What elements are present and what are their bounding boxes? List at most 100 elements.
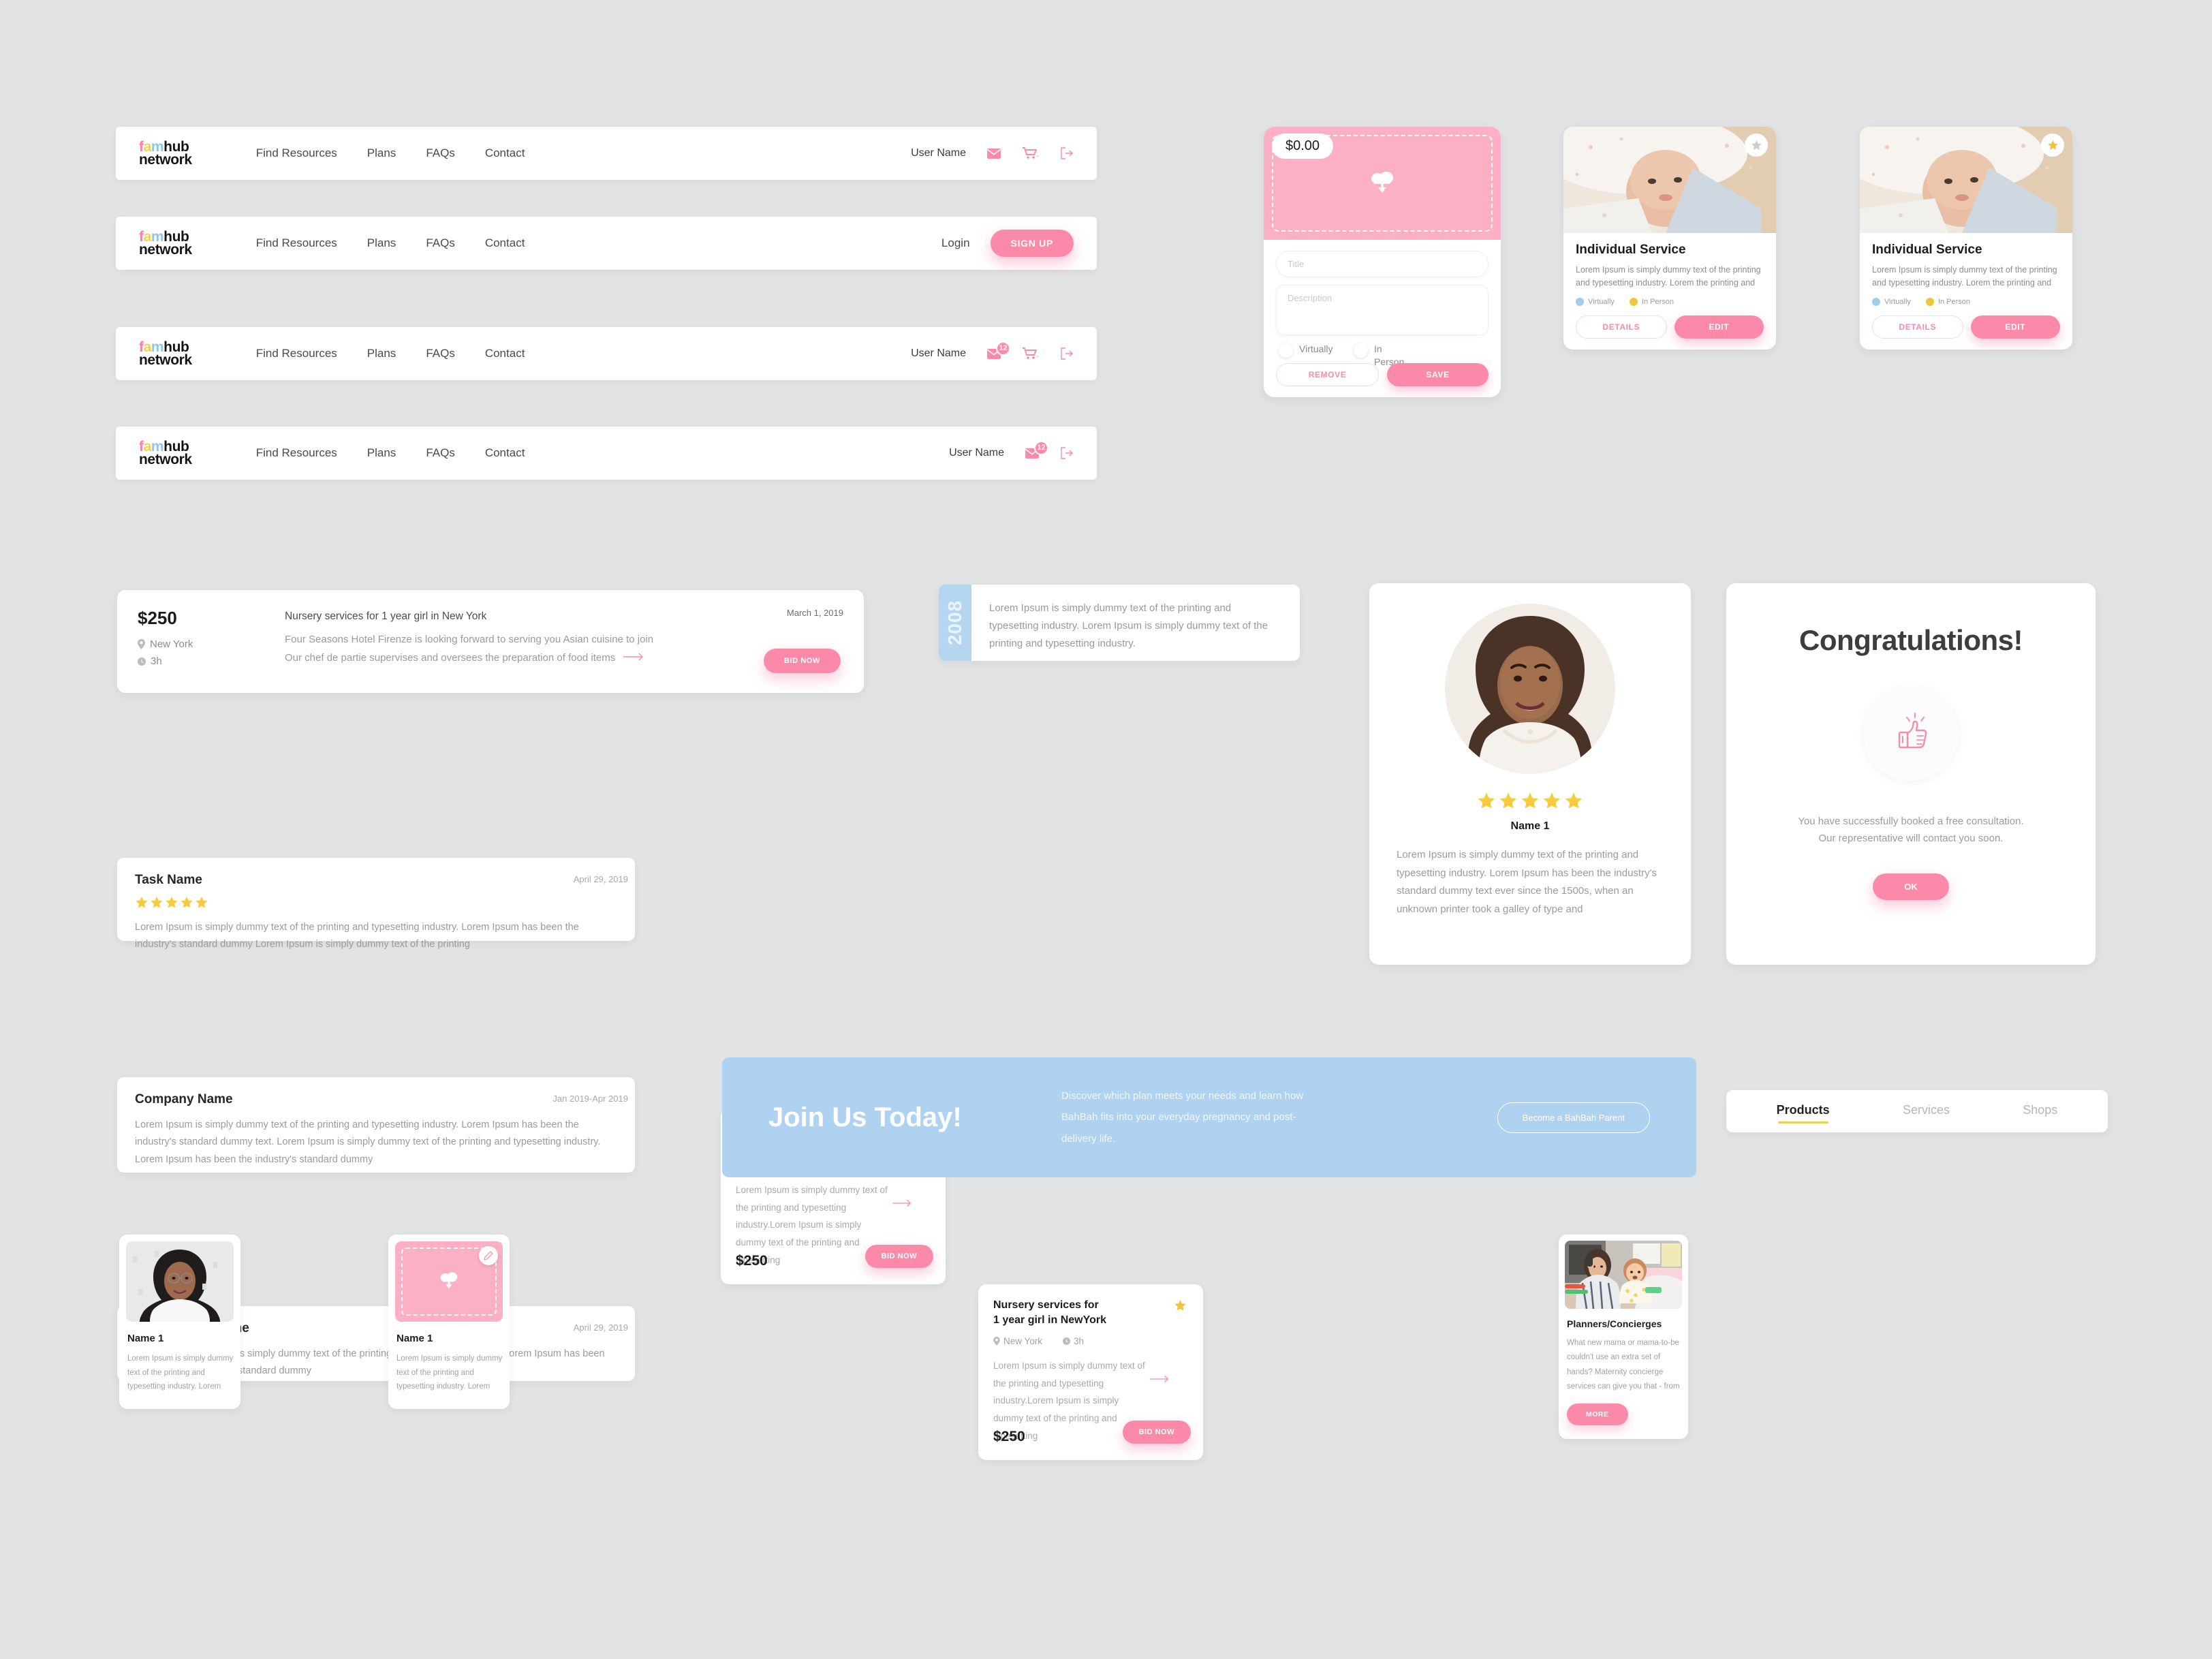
- save-button[interactable]: SAVE: [1387, 362, 1489, 386]
- tab-shops[interactable]: Shops: [2023, 1103, 2057, 1120]
- become-parent-button[interactable]: Become a BahBah Parent: [1497, 1102, 1650, 1133]
- bid-now-button[interactable]: BID NOW: [763, 649, 841, 673]
- signup-button[interactable]: SIGN UP: [990, 230, 1074, 257]
- edit-button[interactable]: EDIT: [1674, 315, 1764, 339]
- brand-logo[interactable]: famhub network: [139, 140, 192, 167]
- mode-in-person: In Person: [1629, 298, 1674, 306]
- mail-icon[interactable]: 12: [1025, 440, 1048, 459]
- upload-dropzone[interactable]: $0.00: [1264, 127, 1501, 240]
- arrow-right-icon[interactable]: [892, 1198, 913, 1211]
- cart-icon[interactable]: [1022, 146, 1040, 160]
- listing-duration: 3h: [138, 655, 285, 667]
- review-title: Task Name: [135, 873, 202, 887]
- review-date: Jan 2019-Apr 2019: [552, 1094, 628, 1104]
- service-card-1: Individual Service Lorem Ipsum is simply…: [1563, 127, 1776, 350]
- remove-button[interactable]: REMOVE: [1276, 362, 1379, 386]
- logout-icon[interactable]: [1060, 347, 1074, 360]
- form-fields: Title Description Virtually In Person: [1264, 240, 1501, 378]
- user-name-label[interactable]: User Name: [949, 447, 1004, 459]
- card-name: Name 1: [127, 1333, 164, 1344]
- virtually-dot-icon: [1872, 298, 1880, 306]
- details-button[interactable]: DETAILS: [1872, 315, 1963, 339]
- mail-icon[interactable]: 12: [986, 341, 1010, 360]
- user-name-label[interactable]: User Name: [911, 347, 966, 360]
- planner-title: Planners/Concierges: [1567, 1318, 1662, 1329]
- service-image: [1860, 127, 2072, 233]
- tab-products[interactable]: Products: [1777, 1103, 1830, 1123]
- review-text: Lorem Ipsum is simply dummy text of the …: [135, 922, 579, 950]
- nav-link-plans[interactable]: Plans: [367, 446, 396, 460]
- planners-concierges-card: Planners/Concierges What new mama or mam…: [1559, 1235, 1688, 1440]
- planner-description: What new mama or mama-to-be couldn't use…: [1567, 1339, 1680, 1391]
- pencil-icon[interactable]: [479, 1246, 498, 1265]
- title-input[interactable]: Title: [1276, 251, 1489, 277]
- brand-logo[interactable]: famhub network: [139, 439, 192, 467]
- brand-logo[interactable]: famhub network: [139, 340, 192, 368]
- service-description: Lorem Ipsum is simply dummy text of the …: [1576, 265, 1761, 288]
- banner-title: Join Us Today!: [768, 1102, 962, 1132]
- job-listing-card: $250 New York 3h Nursery services for 1 …: [117, 590, 864, 693]
- upload-dropzone[interactable]: [395, 1241, 503, 1322]
- arrow-right-icon[interactable]: [1150, 1374, 1170, 1386]
- nav-link-plans[interactable]: Plans: [367, 146, 396, 160]
- brand-logo[interactable]: famhub network: [139, 230, 192, 257]
- nav-link-faqs[interactable]: FAQs: [426, 347, 455, 360]
- tab-services[interactable]: Services: [1903, 1103, 1950, 1120]
- rating-stars: [1397, 792, 1664, 811]
- radio-dot-icon: [1279, 343, 1293, 358]
- favorite-star-button[interactable]: [2041, 134, 2064, 157]
- nav-right-cluster: Login SIGN UP: [941, 230, 1074, 257]
- card-name: Name 1: [396, 1333, 433, 1344]
- mini-duration: 3h: [1063, 1336, 1084, 1346]
- logout-icon[interactable]: [1060, 447, 1074, 459]
- nav-link-plans[interactable]: Plans: [367, 347, 396, 360]
- review-text: Lorem Ipsum is simply dummy text of the …: [135, 1119, 601, 1165]
- favorite-star-button[interactable]: [1745, 134, 1768, 157]
- login-link[interactable]: Login: [941, 236, 970, 250]
- nav-link-faqs[interactable]: FAQs: [426, 446, 455, 460]
- mini-duration-label: 3h: [1074, 1336, 1085, 1347]
- bid-now-button[interactable]: BID NOW: [864, 1245, 933, 1268]
- nav-link-find-resources[interactable]: Find Resources: [256, 446, 337, 460]
- in-person-dot-icon: [1925, 298, 1934, 306]
- review-date: April 29, 2019: [573, 1322, 628, 1333]
- nav-link-plans[interactable]: Plans: [367, 236, 396, 250]
- details-button[interactable]: DETAILS: [1576, 315, 1667, 339]
- nav-link-find-resources[interactable]: Find Resources: [256, 146, 337, 160]
- user-name-label[interactable]: User Name: [911, 147, 966, 159]
- mail-icon[interactable]: [986, 148, 1001, 159]
- nav-link-faqs[interactable]: FAQs: [426, 236, 455, 250]
- nav-link-find-resources[interactable]: Find Resources: [256, 347, 337, 360]
- favorite-star-icon[interactable]: [1174, 1299, 1187, 1316]
- service-action-row: DETAILS EDIT: [1872, 315, 2060, 339]
- nav-link-faqs[interactable]: FAQs: [426, 146, 455, 160]
- arrow-right-icon[interactable]: [623, 652, 645, 664]
- mode-label-in-person: In Person: [1641, 298, 1674, 306]
- mini-card-title: Nursery services for 1 year girl in NewY…: [993, 1299, 1106, 1326]
- logo-network: network: [139, 352, 192, 368]
- nav-link-contact[interactable]: Contact: [485, 146, 525, 160]
- congrats-message: You have successfully booked a free cons…: [1798, 813, 2023, 848]
- mini-card-price: $250: [993, 1429, 1025, 1444]
- ok-button[interactable]: OK: [1873, 873, 1949, 900]
- nav-link-contact[interactable]: Contact: [485, 347, 525, 360]
- congrats-title: Congratulations!: [1799, 624, 2023, 656]
- edit-button[interactable]: EDIT: [1970, 315, 2060, 339]
- mini-card-price: $250: [736, 1253, 768, 1269]
- nav-link-contact[interactable]: Contact: [485, 446, 525, 460]
- logout-icon[interactable]: [1060, 147, 1074, 159]
- listing-middle: Nursery services for 1 year girl in New …: [285, 608, 843, 672]
- navbar-variant-3: famhub network Find Resources Plans FAQs…: [116, 327, 1097, 380]
- bid-now-button[interactable]: BID NOW: [1122, 1421, 1191, 1444]
- mode-virtually: Virtually: [1872, 298, 1911, 306]
- more-button[interactable]: MORE: [1567, 1404, 1628, 1426]
- logo-network: network: [139, 242, 192, 258]
- description-input[interactable]: Description: [1276, 285, 1489, 335]
- profile-name-card-upload: Name 1 Lorem Ipsum is simply dummy text …: [388, 1235, 510, 1410]
- nav-link-contact[interactable]: Contact: [485, 236, 525, 250]
- banner-subtitle: Discover which plan meets your needs and…: [1061, 1089, 1304, 1145]
- service-action-row: DETAILS EDIT: [1576, 315, 1764, 339]
- nav-link-find-resources[interactable]: Find Resources: [256, 236, 337, 250]
- cart-icon[interactable]: [1022, 347, 1040, 360]
- nav-links: Find Resources Plans FAQs Contact: [256, 236, 525, 250]
